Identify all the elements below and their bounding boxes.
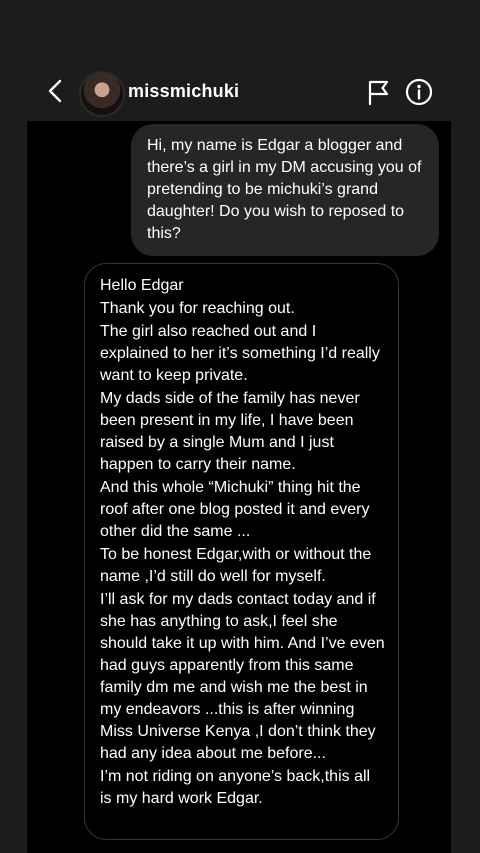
back-arrow-icon xyxy=(48,79,62,103)
message-paragraph: Hello Edgar xyxy=(100,277,184,294)
message-paragraph: The girl also reached out and I explaine… xyxy=(100,323,380,384)
message-paragraph: To be honest Edgar,with or without the n… xyxy=(100,546,372,585)
outgoing-message-text: Hi, my name is Edgar a blogger and there… xyxy=(147,137,422,242)
info-icon xyxy=(405,78,433,106)
back-button[interactable] xyxy=(40,76,70,106)
username[interactable]: missmichuki xyxy=(128,81,239,102)
message-paragraph: I’m not riding on anyone’s back,this all… xyxy=(100,768,371,807)
outgoing-message[interactable]: Hi, my name is Edgar a blogger and there… xyxy=(131,124,439,256)
info-button[interactable] xyxy=(405,78,433,106)
incoming-message[interactable]: Hello Edgar Thank you for reaching out. … xyxy=(84,263,399,840)
message-paragraph: My dads side of the family has never bee… xyxy=(100,390,360,473)
avatar[interactable] xyxy=(79,71,125,117)
flag-icon xyxy=(368,80,389,106)
message-paragraph: Thank you for reaching out. xyxy=(100,300,295,317)
message-paragraph: I’ll ask for my dads contact today and i… xyxy=(100,591,385,762)
message-paragraph: And this whole “Michuki” thing hit the r… xyxy=(100,479,370,540)
chat-header: missmichuki xyxy=(0,0,480,120)
report-button[interactable] xyxy=(366,78,392,106)
